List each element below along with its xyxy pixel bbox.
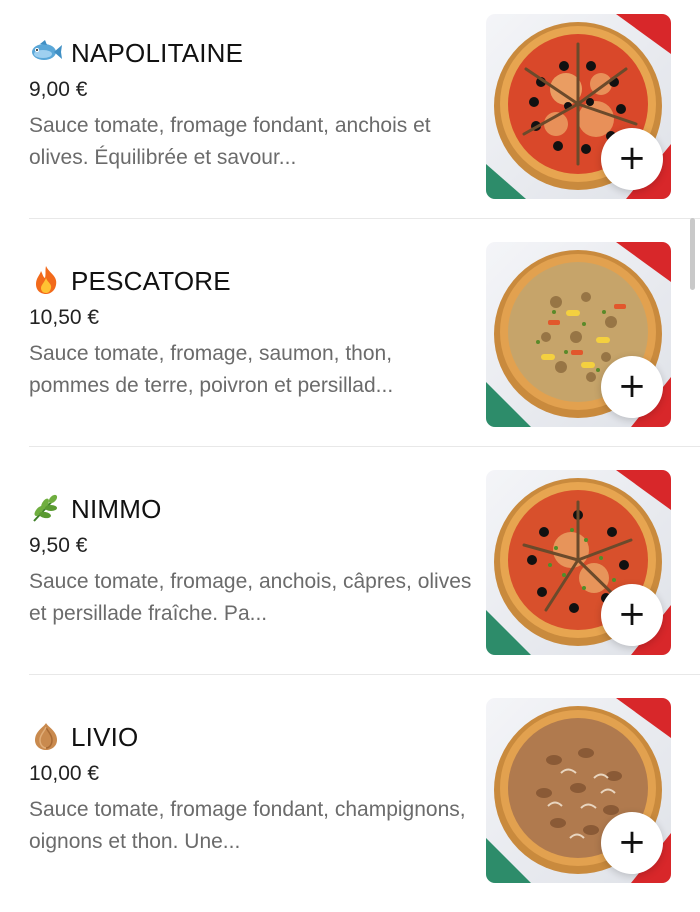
- item-title: NIMMO: [29, 493, 469, 525]
- add-button[interactable]: +: [601, 584, 663, 646]
- fish-icon: [29, 37, 63, 67]
- item-description: Sauce tomate, fromage fondant, champigno…: [29, 798, 466, 853]
- menu-item-pescatore[interactable]: PESCATORE 10,50 € Sauce tomate, fromage,…: [0, 228, 700, 456]
- item-text: PESCATORE 10,50 € Sauce tomate, fromage,…: [29, 265, 469, 402]
- menu-list: NAPOLITAINE 9,00 € Sauce tomate, fromage…: [0, 0, 700, 900]
- item-price: 9,00 €: [29, 78, 88, 101]
- item-title: NAPOLITAINE: [29, 37, 469, 69]
- add-button[interactable]: +: [601, 128, 663, 190]
- scrollbar[interactable]: [690, 218, 695, 290]
- item-description: Sauce tomate, fromage, saumon, thon, pom…: [29, 342, 394, 397]
- item-price: 10,00 €: [29, 762, 100, 785]
- menu-item-nimmo[interactable]: NIMMO 9,50 € Sauce tomate, fromage, anch…: [0, 456, 700, 684]
- item-price: 9,50 €: [29, 534, 88, 557]
- plus-icon: +: [617, 366, 647, 406]
- item-title: LIVIO: [29, 721, 469, 753]
- add-button[interactable]: +: [601, 356, 663, 418]
- item-name: LIVIO: [71, 722, 139, 752]
- herb-icon: [29, 493, 63, 523]
- divider: [29, 674, 700, 675]
- item-description: Sauce tomate, fromage fondant, anchois e…: [29, 114, 431, 169]
- plus-icon: +: [617, 594, 647, 634]
- item-name: NIMMO: [71, 494, 162, 524]
- plus-icon: +: [617, 822, 647, 862]
- item-text: NIMMO 9,50 € Sauce tomate, fromage, anch…: [29, 493, 471, 630]
- item-text: LIVIO 10,00 € Sauce tomate, fromage fond…: [29, 721, 469, 858]
- item-text: NAPOLITAINE 9,00 € Sauce tomate, fromage…: [29, 37, 469, 174]
- divider: [29, 446, 700, 447]
- menu-item-livio[interactable]: LIVIO 10,00 € Sauce tomate, fromage fond…: [0, 684, 700, 912]
- item-title: PESCATORE: [29, 265, 469, 297]
- item-name: PESCATORE: [71, 266, 231, 296]
- onion-icon: [29, 721, 63, 751]
- item-description: Sauce tomate, fromage, anchois, câpres, …: [29, 570, 472, 625]
- plus-icon: +: [617, 138, 647, 178]
- divider: [29, 218, 700, 219]
- item-name: NAPOLITAINE: [71, 38, 244, 68]
- fire-icon: [29, 265, 63, 295]
- add-button[interactable]: +: [601, 812, 663, 874]
- menu-item-napolitaine[interactable]: NAPOLITAINE 9,00 € Sauce tomate, fromage…: [0, 0, 700, 228]
- item-price: 10,50 €: [29, 306, 100, 329]
